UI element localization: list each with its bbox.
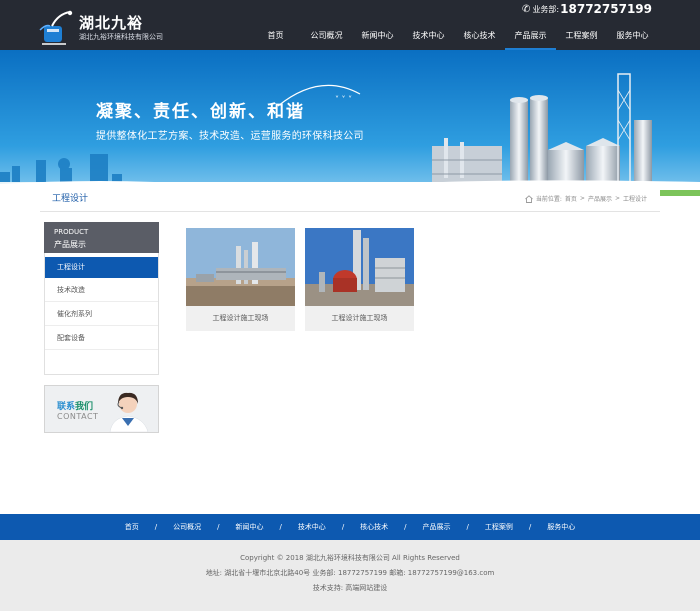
breadcrumb-bar: 工程设计 当前位置: 首页 > 产品展示 > 工程设计 xyxy=(40,182,660,212)
sidebar-item-catalyst-series[interactable]: 催化剂系列 xyxy=(45,302,158,326)
sidebar-item-equipment[interactable]: 配套设备 xyxy=(45,326,158,350)
breadcrumb-current: 工程设计 xyxy=(622,196,647,203)
footer-nav-service[interactable]: 服务中心 xyxy=(547,522,575,532)
footer-nav-separator: / xyxy=(154,523,158,531)
footer-nav-separator: / xyxy=(341,523,345,531)
nav-item-home[interactable]: 首页 xyxy=(250,26,301,50)
main-nav: 首页 公司概况 新闻中心 技术中心 核心技术 产品展示 工程案例 服务中心 xyxy=(250,26,658,50)
contact-title-part2: 我们 xyxy=(75,402,94,412)
product-thumbnail xyxy=(186,228,295,306)
nav-item-service[interactable]: 服务中心 xyxy=(607,26,658,50)
nav-item-core-tech[interactable]: 核心技术 xyxy=(454,26,505,50)
footer-nav-separator: / xyxy=(217,523,220,531)
footer-nav-news[interactable]: 新闻中心 xyxy=(235,522,263,532)
sidebar-header-cn: 产品展示 xyxy=(54,240,86,249)
banner-subline: 提供整体化工艺方案、技术改造、运营服务的环保科技公司 xyxy=(96,131,364,142)
footer-address: 地址: 湖北省十堰市北京北路40号 业务部: 18772757199 邮箱: 1… xyxy=(205,569,495,577)
site-header: 湖北九裕 湖北九裕环境科技有限公司 ✆ 业务部: 18772757199 首页 … xyxy=(0,0,700,50)
breadcrumb-link-products[interactable]: 产品展示 xyxy=(588,194,612,203)
home-icon xyxy=(525,194,533,203)
nav-item-news[interactable]: 新闻中心 xyxy=(352,26,403,50)
sidebar-item-tech-renovation[interactable]: 技术改造 xyxy=(45,278,158,302)
brand-name: 湖北九裕 xyxy=(79,14,144,32)
breadcrumb-separator: > xyxy=(579,195,585,202)
footer-nav-products[interactable]: 产品展示 xyxy=(423,522,451,532)
sidebar-header: PRODUCT 产品展示 xyxy=(44,222,159,253)
product-thumbnail xyxy=(305,228,414,306)
footer-nav-separator: / xyxy=(528,523,532,531)
nav-item-tech-center[interactable]: 技术中心 xyxy=(403,26,454,50)
footer-nav-about[interactable]: 公司概况 xyxy=(173,522,201,532)
footer-nav-cases[interactable]: 工程案例 xyxy=(485,522,513,532)
product-card[interactable]: 工程设计施工现场 xyxy=(305,228,414,331)
product-caption: 工程设计施工现场 xyxy=(331,314,388,322)
footer-copyright: Copyright © 2018 湖北九裕环境科技有限公司 All Rights… xyxy=(240,554,460,562)
hotline-label: 业务部: xyxy=(532,4,560,14)
page-title: 工程设计 xyxy=(52,194,89,204)
hotline: ✆ 业务部: 18772757199 xyxy=(522,2,652,16)
footer-info: Copyright © 2018 湖北九裕环境科技有限公司 All Rights… xyxy=(0,540,700,611)
footer-nav: 首页 / 公司概况 / 新闻中心 / 技术中心 / 核心技术 / 产品展示 / … xyxy=(0,514,700,540)
sidebar-header-en: PRODUCT xyxy=(54,228,89,236)
contact-title-en: CONTACT xyxy=(57,412,99,421)
footer-nav-tech-center[interactable]: 技术中心 xyxy=(298,522,326,532)
contact-title-part1: 联系 xyxy=(57,402,76,412)
footer-tech-support[interactable]: 技术支持: 高端网站建设 xyxy=(0,583,700,593)
footer-nav-home[interactable]: 首页 xyxy=(125,522,139,532)
nav-item-cases[interactable]: 工程案例 xyxy=(556,26,607,50)
breadcrumb-prefix: 当前位置: xyxy=(535,196,562,203)
banner-headline: 凝聚、责任、创新、和谐 xyxy=(96,102,305,122)
footer-nav-separator: / xyxy=(279,523,282,531)
svg-text:˅ ˅ ˅: ˅ ˅ ˅ xyxy=(335,95,352,104)
sidebar-menu: 工程设计 技术改造 催化剂系列 配套设备 xyxy=(44,253,159,375)
breadcrumb-link-home[interactable]: 首页 xyxy=(565,194,577,203)
breadcrumb: 当前位置: 首页 > 产品展示 > 工程设计 xyxy=(525,194,650,203)
hotline-number: 18772757199 xyxy=(560,2,652,16)
brand-subtitle: 湖北九裕环境科技有限公司 xyxy=(79,33,163,41)
contact-title: 联系我们 xyxy=(57,399,93,412)
logo-mark-icon xyxy=(39,10,73,45)
footer-nav-separator: / xyxy=(466,523,469,531)
product-card[interactable]: 工程设计施工现场 xyxy=(186,228,295,331)
breadcrumb-separator: > xyxy=(614,195,620,202)
phone-icon: ✆ xyxy=(522,3,531,15)
footer-nav-separator: / xyxy=(404,523,407,531)
nav-item-products[interactable]: 产品展示 xyxy=(505,26,556,50)
nav-item-about[interactable]: 公司概况 xyxy=(301,26,352,50)
customer-service-person-image xyxy=(109,392,149,432)
product-caption: 工程设计施工现场 xyxy=(212,314,269,322)
site-logo[interactable]: 湖北九裕 湖北九裕环境科技有限公司 xyxy=(38,10,178,46)
contact-us-banner[interactable]: 联系我们 CONTACT xyxy=(44,385,159,433)
footer-nav-core-tech[interactable]: 核心技术 xyxy=(360,522,388,532)
sidebar-item-engineering-design[interactable]: 工程设计 xyxy=(45,257,158,278)
